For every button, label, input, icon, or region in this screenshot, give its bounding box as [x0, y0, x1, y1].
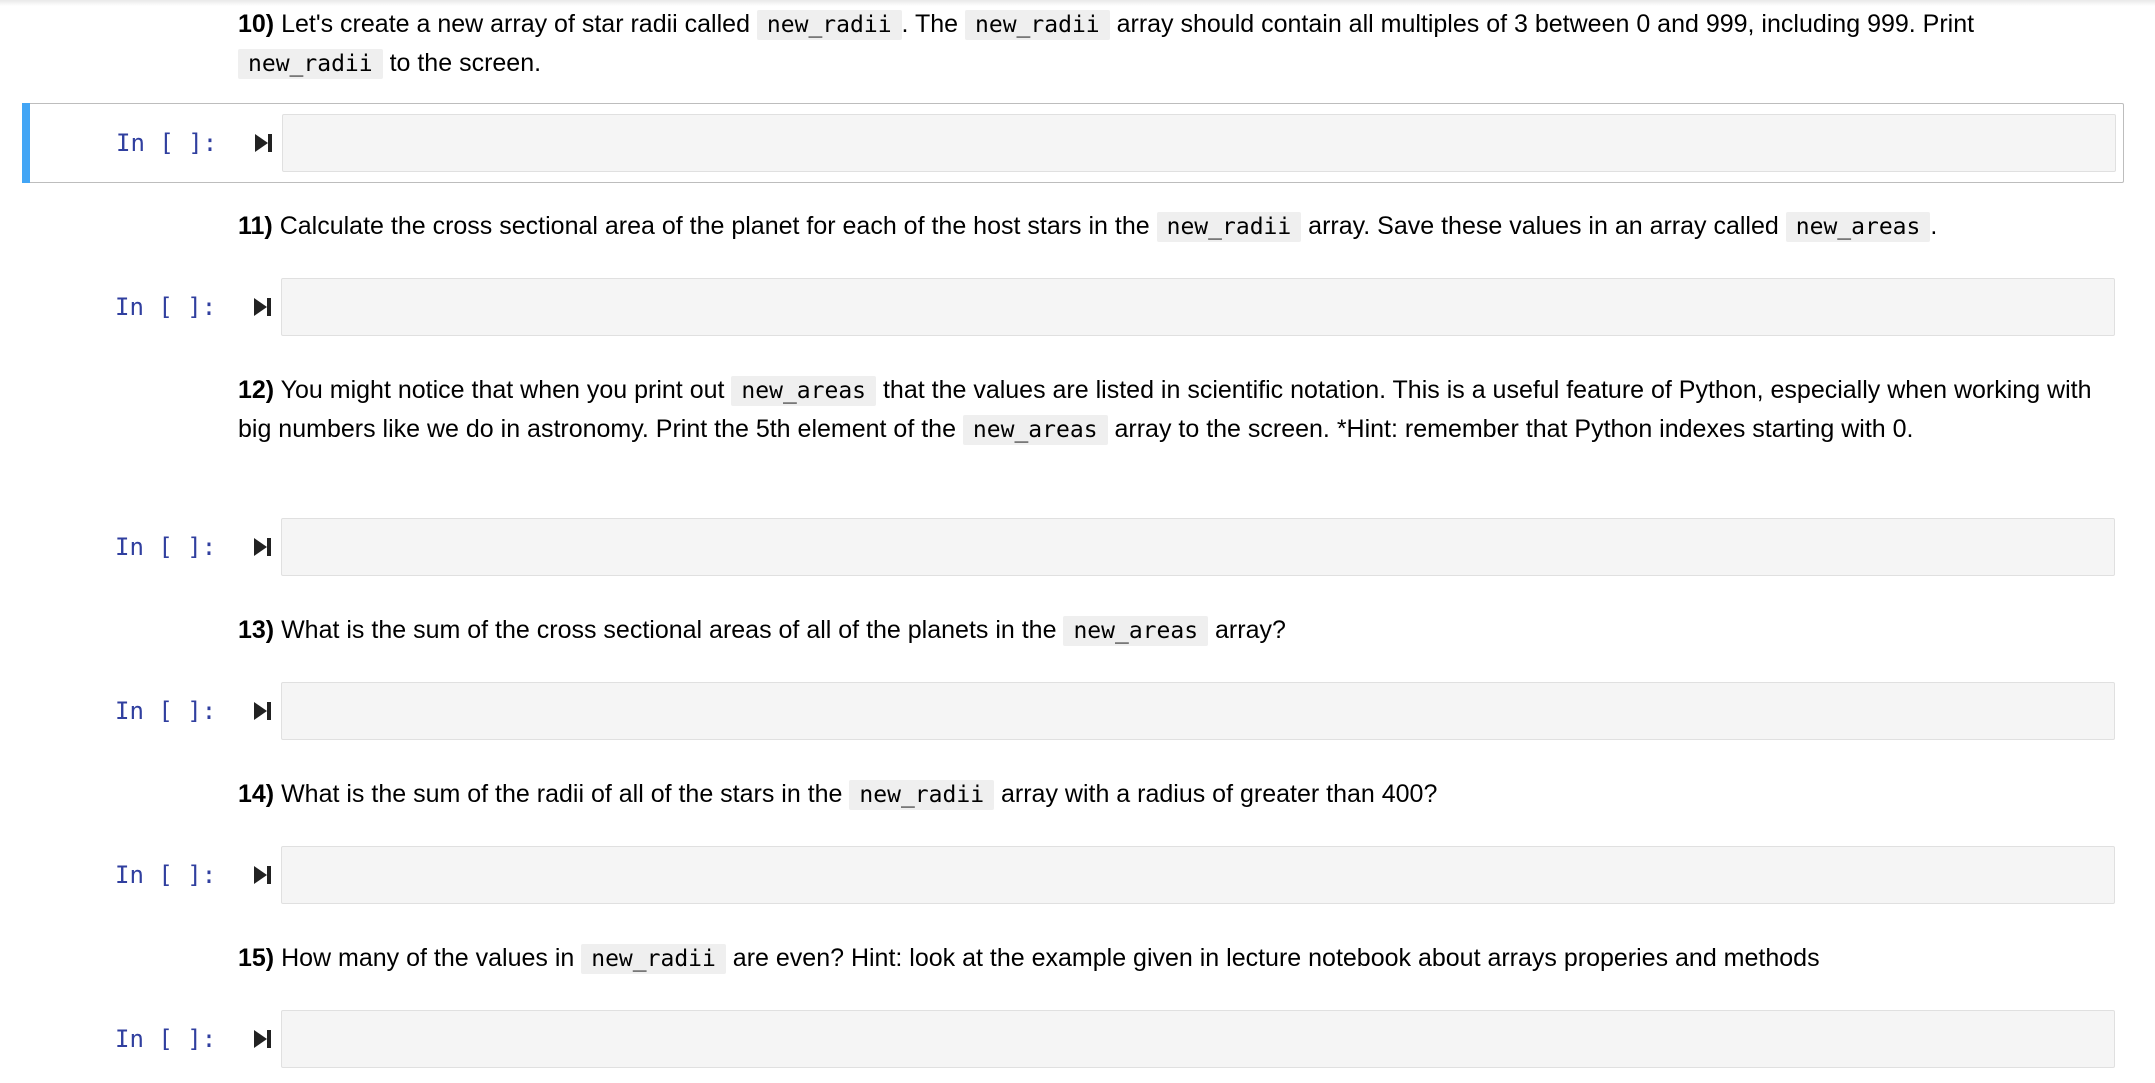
- question-text: What is the sum of the cross sectional a…: [274, 616, 1064, 644]
- question-text: .: [1930, 212, 1938, 240]
- inline-code: new_radii: [238, 49, 383, 79]
- run-cell-icon[interactable]: [251, 131, 275, 155]
- question-text: array to the screen. *Hint: remember tha…: [1107, 415, 1914, 443]
- inline-code: new_areas: [731, 376, 877, 406]
- markdown-cell-q14[interactable]: 14) What is the sum of the radii of all …: [238, 775, 2118, 814]
- code-editor[interactable]: [281, 682, 2115, 740]
- input-prompt: In [ ]:: [115, 1025, 217, 1053]
- question-number: 12): [238, 376, 275, 404]
- question-text: Calculate the cross sectional area of th…: [272, 212, 1157, 240]
- markdown-cell-q13[interactable]: 13) What is the sum of the cross section…: [238, 611, 2118, 650]
- markdown-cell-q15[interactable]: 15) How many of the values in new_radii …: [238, 939, 2118, 978]
- markdown-cell-q12[interactable]: 12) You might notice that when you print…: [238, 371, 2118, 449]
- question-number: 10): [238, 10, 275, 38]
- inline-code: new_radii: [756, 10, 902, 40]
- input-prompt: In [ ]:: [116, 129, 218, 157]
- question-text: How many of the values in: [274, 944, 582, 972]
- inline-code: new_areas: [1785, 212, 1931, 242]
- run-cell-icon[interactable]: [250, 699, 274, 723]
- inline-code: new_radii: [965, 10, 1110, 40]
- question-text: array. Save these values in an array cal…: [1301, 212, 1786, 240]
- code-editor[interactable]: [281, 518, 2115, 576]
- input-prompt: In [ ]:: [115, 533, 217, 561]
- inline-code: new_radii: [849, 780, 995, 810]
- input-prompt: In [ ]:: [115, 861, 217, 889]
- markdown-cell-q10[interactable]: 10) Let's create a new array of star rad…: [238, 5, 2118, 83]
- code-cell-q14-answer[interactable]: In [ ]:: [22, 836, 2122, 914]
- code-cell-q13-answer[interactable]: In [ ]:: [22, 672, 2122, 750]
- code-cell-q11-answer[interactable]: In [ ]:: [22, 268, 2122, 346]
- question-text: What is the sum of the radii of all of t…: [274, 780, 850, 808]
- inline-code: new_areas: [962, 415, 1108, 445]
- code-cell-q10-answer[interactable]: In [ ]:: [22, 103, 2124, 183]
- inline-code: new_areas: [1063, 616, 1209, 646]
- input-prompt: In [ ]:: [115, 293, 217, 321]
- run-cell-icon[interactable]: [250, 1027, 274, 1051]
- question-text: array should contain all multiples of 3 …: [1109, 10, 1975, 38]
- run-cell-icon[interactable]: [250, 863, 274, 887]
- question-text: array with a radius of greater than 400?: [994, 780, 1438, 808]
- inline-code: new_radii: [581, 944, 726, 974]
- code-editor[interactable]: [281, 846, 2115, 904]
- code-cell-q12-answer[interactable]: In [ ]:: [22, 508, 2122, 586]
- inline-code: new_radii: [1156, 212, 1302, 242]
- question-text: . The: [901, 10, 966, 38]
- question-number: 11): [238, 212, 273, 240]
- question-number: 15): [238, 944, 275, 972]
- markdown-cell-q11[interactable]: 11) Calculate the cross sectional area o…: [238, 207, 2118, 246]
- question-text: to the screen.: [382, 49, 542, 77]
- question-number: 14): [238, 780, 275, 808]
- code-editor[interactable]: [282, 114, 2116, 172]
- question-text: You might notice that when you print out: [274, 376, 732, 404]
- run-cell-icon[interactable]: [250, 535, 274, 559]
- question-text: array?: [1208, 616, 1286, 644]
- question-number: 13): [238, 616, 275, 644]
- code-cell-q15-answer[interactable]: In [ ]:: [22, 1000, 2122, 1078]
- question-text: Let's create a new array of star radii c…: [274, 10, 757, 38]
- code-editor[interactable]: [281, 278, 2115, 336]
- code-editor[interactable]: [281, 1010, 2115, 1068]
- run-cell-icon[interactable]: [250, 295, 274, 319]
- input-prompt: In [ ]:: [115, 697, 217, 725]
- question-text: are even? Hint: look at the example give…: [725, 944, 1820, 972]
